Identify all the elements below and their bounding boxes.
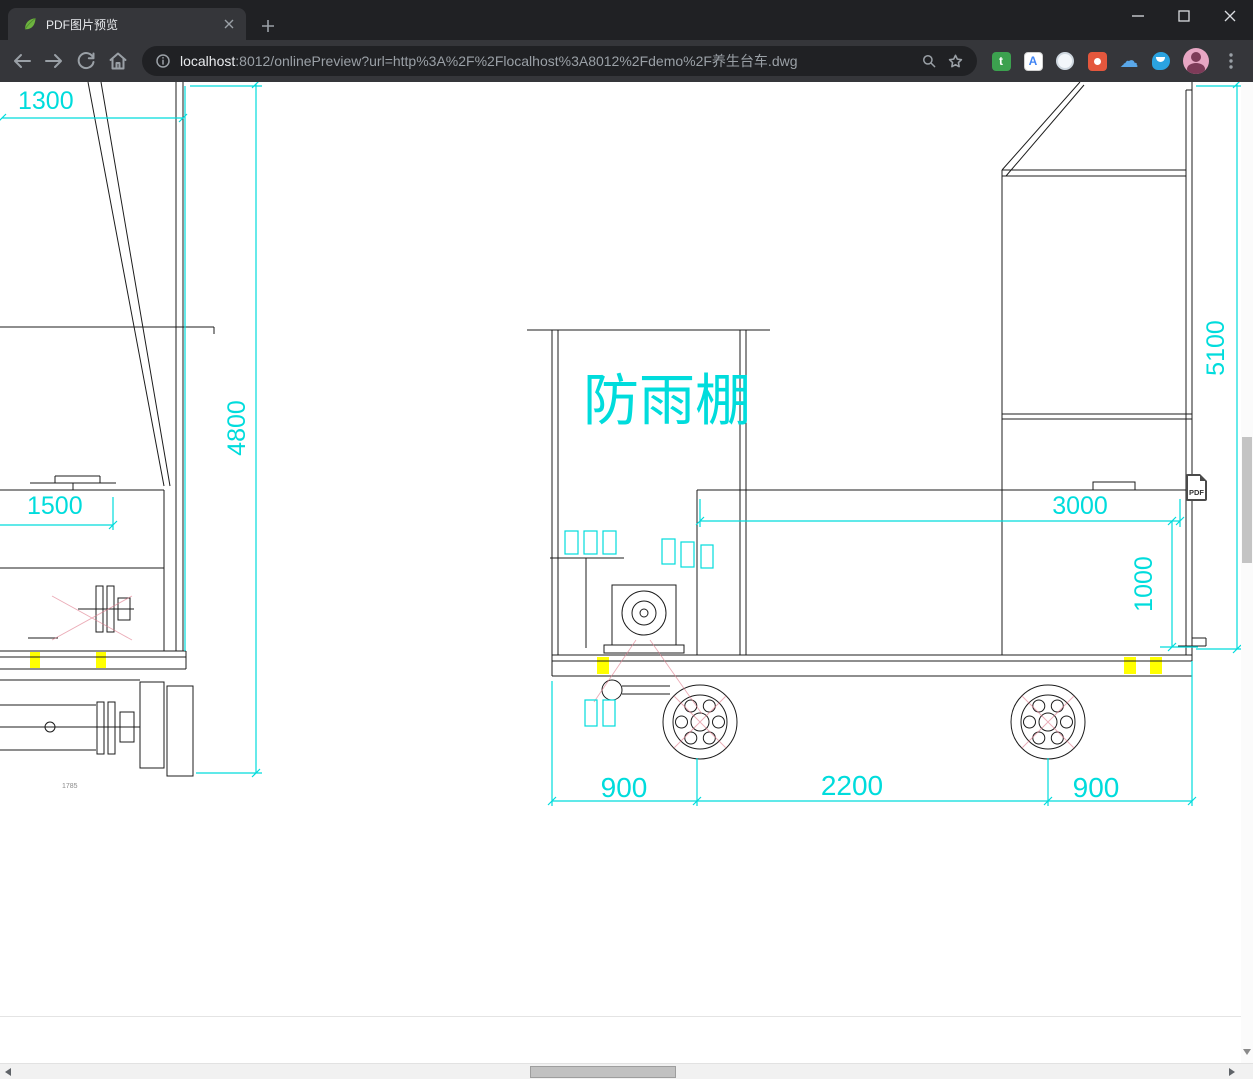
construction-lines [51,595,1075,749]
vertical-scrollbar[interactable] [1241,82,1253,1063]
translate-extension-icon: t [991,51,1011,71]
back-arrow-icon [14,54,31,68]
window-close-button[interactable] [1207,0,1253,32]
dim-frame-height: 5100 [1202,320,1230,376]
forward-button[interactable] [40,47,68,75]
cad-drawing: 1300 4800 1500 5100 3000 1000 900 2200 9… [0,82,1241,806]
window-maximize-button[interactable] [1161,0,1207,32]
browser-tab[interactable]: PDF图片预览 [8,8,246,40]
extension-google-translate-button[interactable]: A [1019,47,1047,75]
extension-translate-button[interactable]: t [987,47,1015,75]
scroll-down-icon[interactable] [1243,1049,1251,1055]
dim-mast-height: 4800 [223,400,251,456]
dim-front-overhang: 900 [1073,772,1120,803]
avatar-head [1191,52,1201,62]
bookmark-star-icon[interactable] [946,52,965,71]
dim-rear-overhang: 900 [601,772,648,803]
dimension-lines [0,82,1241,806]
window-minimize-button[interactable] [1115,0,1161,32]
browser-menu-button[interactable] [1217,47,1245,75]
left-undercarriage [0,650,194,777]
forward-arrow-icon [45,54,62,68]
scroll-right-icon[interactable] [1229,1068,1235,1076]
dimension-annotations: 1300 4800 1500 5100 3000 1000 900 2200 9… [0,82,1241,806]
reload-icon [77,52,95,69]
chassis-rails [551,654,1193,677]
kebab-menu-icon [1229,53,1233,69]
page-info-icon[interactable] [154,52,172,70]
dwg-preview-page: 1300 4800 1500 5100 3000 1000 900 2200 9… [0,82,1241,1063]
avatar-shoulders [1187,63,1205,74]
dim-deck-height: 1000 [1130,556,1158,612]
reload-button[interactable] [72,47,100,75]
extension-red-button[interactable] [1083,47,1111,75]
horizontal-scrollbar-thumb[interactable] [530,1066,676,1078]
zoom-icon[interactable] [920,52,938,70]
pdf-label: PDF [1189,488,1204,497]
dim-wheelbase: 2200 [821,770,883,801]
extension-bird-button[interactable] [1147,47,1175,75]
new-tab-button[interactable] [256,14,280,38]
home-icon [109,52,127,70]
tab-title: PDF图片预览 [46,17,119,32]
red-extension-icon [1087,51,1107,71]
bird-extension-icon [1152,52,1170,70]
dim-deck-length: 3000 [1052,492,1108,520]
circle-extension-icon [1056,52,1074,70]
tab-strip: PDF图片预览 [0,0,1253,40]
home-button[interactable] [104,47,132,75]
url-text: localhost:8012/onlinePreview?url=http%3A… [180,51,912,71]
extension-circle-button[interactable] [1051,47,1079,75]
url-path: :8012/onlinePreview?url=http%3A%2F%2Floc… [235,53,798,69]
google-translate-icon: A [1023,51,1043,71]
back-button[interactable] [8,47,36,75]
dim-top-width: 1300 [18,87,74,115]
window-controls [1115,0,1253,32]
spring-leaf-favicon [24,17,36,30]
profile-avatar[interactable] [1183,48,1209,74]
pdf-overlay-icon[interactable]: PDF [1186,474,1207,501]
address-bar[interactable]: localhost:8012/onlinePreview?url=http%3A… [142,46,977,76]
dim-body-width: 1500 [27,492,83,520]
horizontal-scrollbar[interactable] [0,1063,1253,1079]
browser-toolbar: localhost:8012/onlinePreview?url=http%3A… [0,40,1253,82]
cloud-extension-icon: ☁ [1119,50,1139,72]
vertical-scrollbar-thumb[interactable] [1242,437,1252,563]
tab-close-icon[interactable] [220,15,238,33]
extension-cloud-button[interactable]: ☁ [1115,47,1143,75]
pdf-page-break-line [0,1016,1241,1017]
url-host: localhost [180,53,236,69]
detail-note-label: 1785 [62,783,78,790]
left-elevation-view [0,82,215,651]
scroll-left-icon[interactable] [5,1068,11,1076]
shelter-label: 防雨棚 [583,369,751,432]
